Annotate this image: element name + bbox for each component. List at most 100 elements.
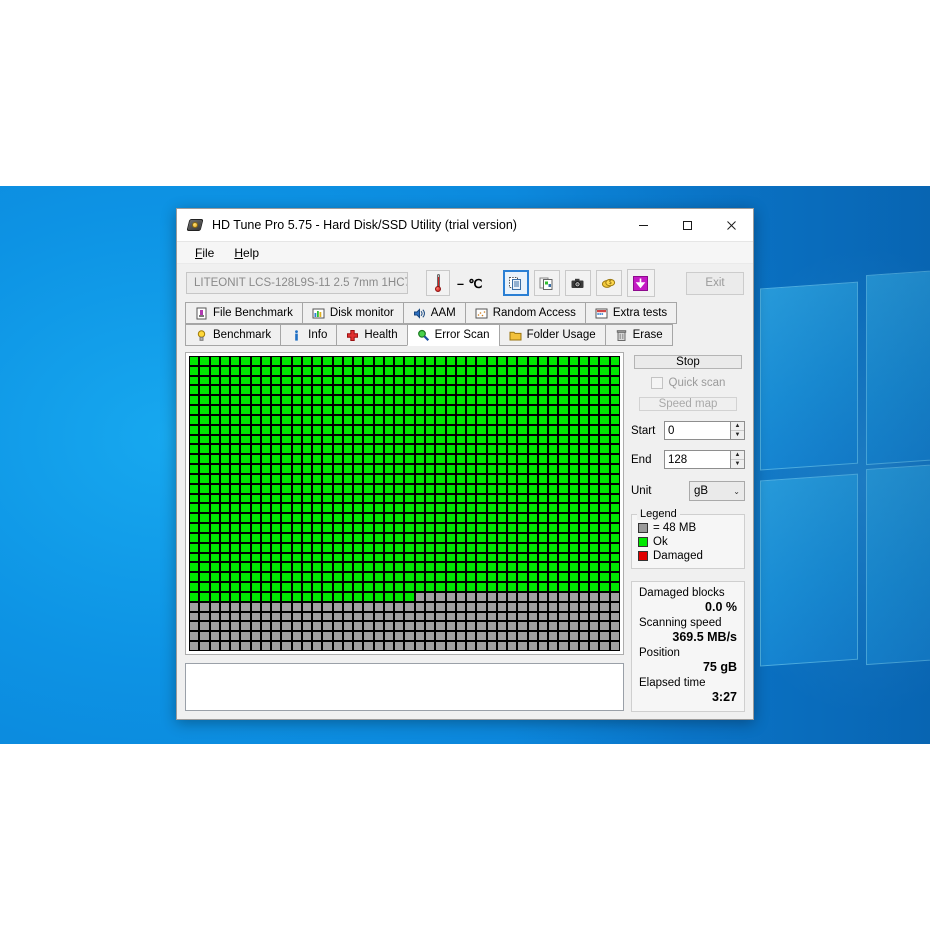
tab-random-access[interactable]: Random Access (464, 302, 585, 324)
start-stepper[interactable]: 0 ▲ ▼ (664, 421, 745, 440)
scan-block-ok (189, 424, 200, 435)
tab-info[interactable]: Info (280, 324, 337, 346)
scan-block-ok (568, 542, 579, 553)
scan-block-ok (558, 483, 569, 494)
scan-block-ok (271, 483, 282, 494)
scan-block-ok (455, 582, 467, 592)
scan-block-ok (507, 395, 518, 406)
end-spin-up[interactable]: ▲ (731, 451, 744, 460)
scan-block-ok (394, 562, 405, 573)
scan-block-ok (230, 454, 241, 465)
scan-block-ok (353, 562, 364, 573)
drive-select[interactable]: LITEONIT LCS-128L9S-11 2.5 7mm 1HC7 ⌄ (186, 272, 408, 294)
scan-map-grid[interactable] (189, 356, 620, 651)
scan-block-ok (209, 365, 220, 376)
scan-block-unscanned (332, 641, 343, 651)
scan-block-unscanned (609, 591, 620, 602)
menu-item-help[interactable]: Help (226, 244, 267, 262)
end-stepper[interactable]: 128 ▲ ▼ (664, 450, 745, 469)
scan-block-ok (209, 513, 220, 524)
scan-block-ok (517, 454, 528, 465)
scan-block-unscanned (609, 631, 620, 642)
scan-block-ok (230, 523, 241, 533)
tab-erase[interactable]: Erase (604, 324, 673, 346)
start-input[interactable]: 0 (664, 421, 730, 440)
scan-block-ok (414, 532, 426, 543)
tab-health[interactable]: Health (336, 324, 407, 346)
end-spin-buttons[interactable]: ▲ ▼ (730, 450, 745, 469)
scan-block-ok (507, 483, 518, 494)
title-bar[interactable]: HD Tune Pro 5.75 - Hard Disk/SSD Utility… (177, 209, 753, 242)
scan-block-ok (486, 503, 497, 514)
minimize-icon[interactable] (621, 209, 665, 242)
maximize-icon[interactable] (665, 209, 709, 242)
log-output[interactable] (185, 663, 624, 711)
camera-icon[interactable] (564, 270, 591, 296)
scan-block-ok (301, 454, 313, 465)
quick-scan-row[interactable]: Quick scan (631, 377, 745, 389)
start-spin-down[interactable]: ▼ (731, 431, 744, 439)
scan-block-ok (281, 414, 292, 425)
scan-block-ok (445, 513, 456, 524)
unit-select[interactable]: gB ⌄ (689, 481, 745, 501)
scan-block-ok (219, 572, 231, 583)
speed-map-button[interactable]: Speed map (639, 397, 737, 411)
stat-label: Elapsed time (639, 677, 706, 689)
copy-icon[interactable] (502, 270, 529, 296)
stop-button[interactable]: Stop (634, 355, 742, 369)
scan-block-ok (332, 424, 343, 435)
scan-block-ok (517, 493, 528, 504)
tab-extra-tests[interactable]: Extra tests (584, 302, 678, 324)
end-spin-down[interactable]: ▼ (731, 460, 744, 468)
scan-block-unscanned (578, 591, 590, 602)
scan-block-unscanned (466, 591, 477, 602)
scan-block-ok (548, 385, 559, 396)
scan-block-ok (342, 414, 354, 425)
scan-block-ok (281, 395, 292, 406)
end-input[interactable]: 128 (664, 450, 730, 469)
start-spin-up[interactable]: ▲ (731, 422, 744, 431)
start-spin-buttons[interactable]: ▲ ▼ (730, 421, 745, 440)
copy-image-icon[interactable] (533, 270, 560, 296)
scan-block-unscanned (332, 611, 343, 622)
thermometer-button[interactable] (426, 270, 450, 296)
quick-scan-checkbox[interactable] (650, 377, 663, 389)
scan-block-ok (342, 365, 354, 376)
scan-block-ok (599, 444, 610, 455)
exit-button[interactable]: Exit (686, 271, 744, 295)
scan-block-ok (363, 434, 374, 445)
scan-block-unscanned (486, 641, 497, 651)
scan-block-ok (558, 454, 569, 465)
menu-item-file[interactable]: File (187, 244, 222, 262)
scan-block-ok (507, 375, 518, 386)
scan-block-unscanned (548, 621, 559, 632)
download-icon[interactable] (626, 269, 655, 297)
tab-folder-usage[interactable]: Folder Usage (498, 324, 605, 346)
scan-block-unscanned (322, 631, 333, 642)
tab-benchmark[interactable]: Benchmark (185, 324, 281, 346)
scan-block-ok (209, 572, 220, 583)
scan-block-ok (301, 503, 313, 514)
tab-aam[interactable]: AAM (402, 302, 465, 324)
scan-block-unscanned (486, 631, 497, 642)
scan-block-unscanned (322, 641, 333, 651)
scan-block-unscanned (353, 641, 364, 651)
tab-error-scan[interactable]: Error Scan (406, 324, 499, 346)
scan-block-ok (353, 356, 364, 366)
scan-block-ok (548, 582, 559, 592)
tab-file-benchmark[interactable]: File Benchmark (185, 302, 302, 324)
scan-block-ok (404, 591, 415, 602)
scan-block-ok (353, 483, 364, 494)
scan-block-unscanned (425, 621, 436, 632)
scan-block-ok (476, 424, 487, 435)
logo-pane-bottom-left (760, 473, 858, 667)
scan-block-ok (373, 582, 384, 592)
scan-block-ok (404, 444, 415, 455)
scan-block-ok (260, 405, 272, 415)
scan-block-unscanned (342, 611, 354, 622)
scan-block-ok (281, 385, 292, 396)
close-icon[interactable] (709, 209, 753, 242)
tab-disk-monitor[interactable]: Disk monitor (301, 302, 403, 324)
scan-block-ok (466, 483, 477, 494)
money-icon[interactable]: $ (595, 270, 622, 296)
